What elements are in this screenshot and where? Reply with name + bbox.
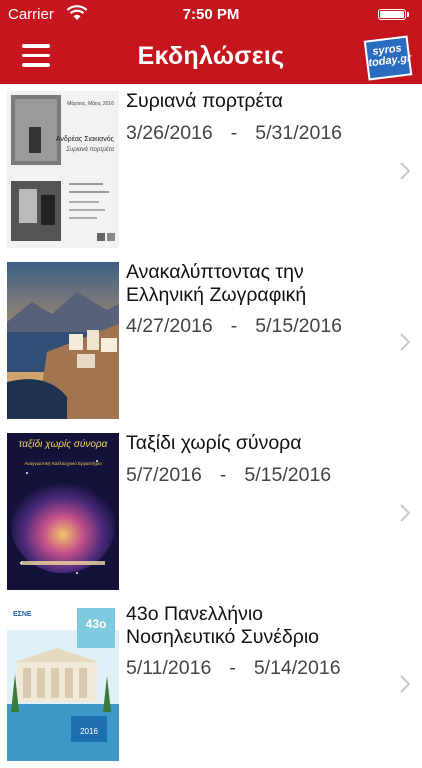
event-title: 43ο Πανελλήνιο Νοσηλευτικό Συνέδριο xyxy=(126,603,320,648)
chevron-right-icon xyxy=(400,504,410,522)
event-start-date: 4/27/2016 xyxy=(126,315,213,337)
event-dates: 3/26/2016-5/31/2016 xyxy=(126,122,342,145)
event-end-date: 5/14/2016 xyxy=(253,657,341,679)
event-poster-4: ΕΣΝΕ 43ο 2016 xyxy=(7,604,119,761)
svg-text:43ο: 43ο xyxy=(86,617,107,631)
events-list: Μάρτιος, Μάιος 2016 Ανδρέας Σιακιανός Συ… xyxy=(0,84,422,768)
event-title: Συριανά πορτρέτα xyxy=(126,90,283,112)
event-start-date: 5/11/2016 xyxy=(126,657,212,679)
event-row-2[interactable]: Ανακαλύπτοντας την Ελληνική Ζωγραφική 4/… xyxy=(0,255,422,426)
battery-icon xyxy=(378,9,409,20)
clock: 7:50 PM xyxy=(182,6,240,23)
date-separator: - xyxy=(230,122,238,144)
event-poster-1: Μάρτιος, Μάιος 2016 Ανδρέας Σιακιανός Συ… xyxy=(7,91,119,248)
navigation-bar: Εκδηλώσεις syros today.gr xyxy=(0,30,422,84)
event-dates: 5/11/2016-5/14/2016 xyxy=(126,657,341,680)
date-separator: - xyxy=(230,315,238,337)
event-end-date: 5/15/2016 xyxy=(244,464,332,486)
event-row-1[interactable]: Μάρτιος, Μάιος 2016 Ανδρέας Σιακιανός Συ… xyxy=(0,84,422,255)
chevron-right-icon xyxy=(400,333,410,351)
page-title: Εκδηλώσεις xyxy=(137,42,285,70)
svg-text:ΕΣΝΕ: ΕΣΝΕ xyxy=(13,611,32,618)
event-title: Ανακαλύπτοντας την Ελληνική Ζωγραφική xyxy=(126,261,307,306)
event-poster-3: ταξίδι χωρίς σύνορα Αναγνωστική Καλλιτεχ… xyxy=(7,433,119,590)
event-start-date: 3/26/2016 xyxy=(126,122,213,144)
svg-text:Ανδρέας Σιακιανός: Ανδρέας Σιακιανός xyxy=(56,135,115,143)
svg-text:Αναγνωστική Καλλιτεχνικό Εργασ: Αναγνωστική Καλλιτεχνικό Εργαστήριο xyxy=(24,460,102,466)
date-separator: - xyxy=(219,464,227,486)
svg-text:Μάρτιος, Μάιος 2016: Μάρτιος, Μάιος 2016 xyxy=(67,100,114,107)
event-dates: 4/27/2016-5/15/2016 xyxy=(126,315,342,338)
event-row-3[interactable]: ταξίδι χωρίς σύνορα Αναγνωστική Καλλιτεχ… xyxy=(0,426,422,597)
date-separator: - xyxy=(229,657,236,679)
svg-text:2016: 2016 xyxy=(80,727,98,736)
chevron-right-icon xyxy=(400,675,410,693)
event-row-4[interactable]: ΕΣΝΕ 43ο 2016 43ο Πανελλήνιο Νοσηλευτικό… xyxy=(0,597,422,768)
event-end-date: 5/15/2016 xyxy=(255,315,343,337)
status-bar: Carrier 7:50 PM xyxy=(0,0,422,30)
event-dates: 5/7/2016-5/15/2016 xyxy=(126,464,331,487)
event-title: Ταξίδι χωρίς σύνορα xyxy=(126,432,302,454)
chevron-right-icon xyxy=(400,162,410,180)
event-poster-2 xyxy=(7,262,119,419)
svg-text:ταξίδι χωρίς σύνορα: ταξίδι χωρίς σύνορα xyxy=(19,438,108,450)
event-end-date: 5/31/2016 xyxy=(255,122,343,144)
event-start-date: 5/7/2016 xyxy=(126,464,202,486)
svg-text:Συριανά πορτρέτα: Συριανά πορτρέτα xyxy=(65,146,114,153)
syrostoday-logo[interactable]: syros today.gr xyxy=(363,35,413,81)
